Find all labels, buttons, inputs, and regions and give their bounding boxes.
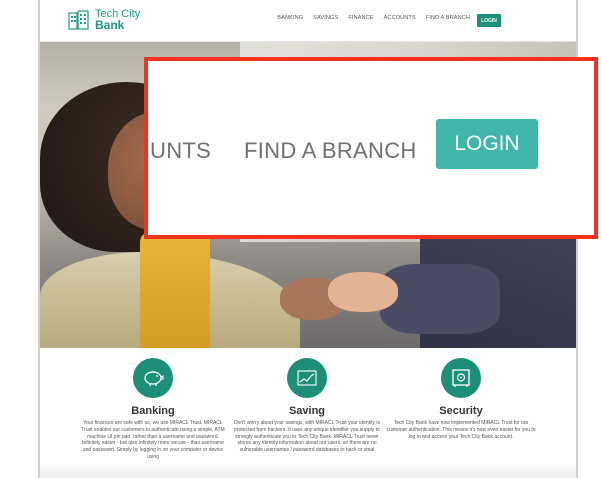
- bank-building-icon: [68, 10, 90, 30]
- top-navbar: Tech City Bank BANKING SAVINGS FINANCE A…: [40, 0, 576, 42]
- feature-text: Don't worry about your savings, with MIR…: [233, 420, 381, 454]
- piggy-bank-icon: [133, 358, 173, 398]
- feature-text: Your finances are safe with us, we use M…: [81, 420, 225, 460]
- nav-savings[interactable]: SAVINGS: [313, 15, 338, 21]
- growth-chart-icon: [287, 358, 327, 398]
- nav-accounts[interactable]: ACCOUNTS: [384, 15, 416, 21]
- zoomed-nav-find-a-branch[interactable]: FIND A BRANCH: [244, 138, 417, 164]
- feature-title: Saving: [288, 405, 326, 417]
- feature-banking: Banking Your finances are safe with us, …: [78, 358, 228, 461]
- features-section: Banking Your finances are safe with us, …: [40, 348, 576, 478]
- nav-banking[interactable]: BANKING: [277, 15, 303, 21]
- feature-security: Security Tech City Bank have now impleme…: [386, 358, 536, 440]
- feature-text: Tech City Bank have now implemented MIRA…: [386, 420, 536, 440]
- feature-title: Security: [439, 405, 483, 417]
- main-nav: BANKING SAVINGS FINANCE ACCOUNTS FIND A …: [277, 15, 470, 21]
- nav-find-a-branch[interactable]: FIND A BRANCH: [426, 15, 470, 21]
- feature-title: Banking: [131, 405, 175, 417]
- zoomed-nav-accounts[interactable]: UNTS: [150, 138, 211, 164]
- feature-saving: Saving Don't worry about your savings, w…: [232, 358, 382, 454]
- login-button[interactable]: LOGIN: [477, 14, 501, 27]
- bank-logo[interactable]: Tech City Bank: [68, 9, 140, 31]
- nav-finance[interactable]: FINANCE: [348, 15, 373, 21]
- zoomed-login-button[interactable]: LOGIN: [436, 119, 538, 169]
- brand-line-2: Bank: [95, 18, 125, 32]
- zoom-callout: UNTS FIND A BRANCH LOGIN: [144, 57, 598, 239]
- safe-vault-icon: [441, 358, 481, 398]
